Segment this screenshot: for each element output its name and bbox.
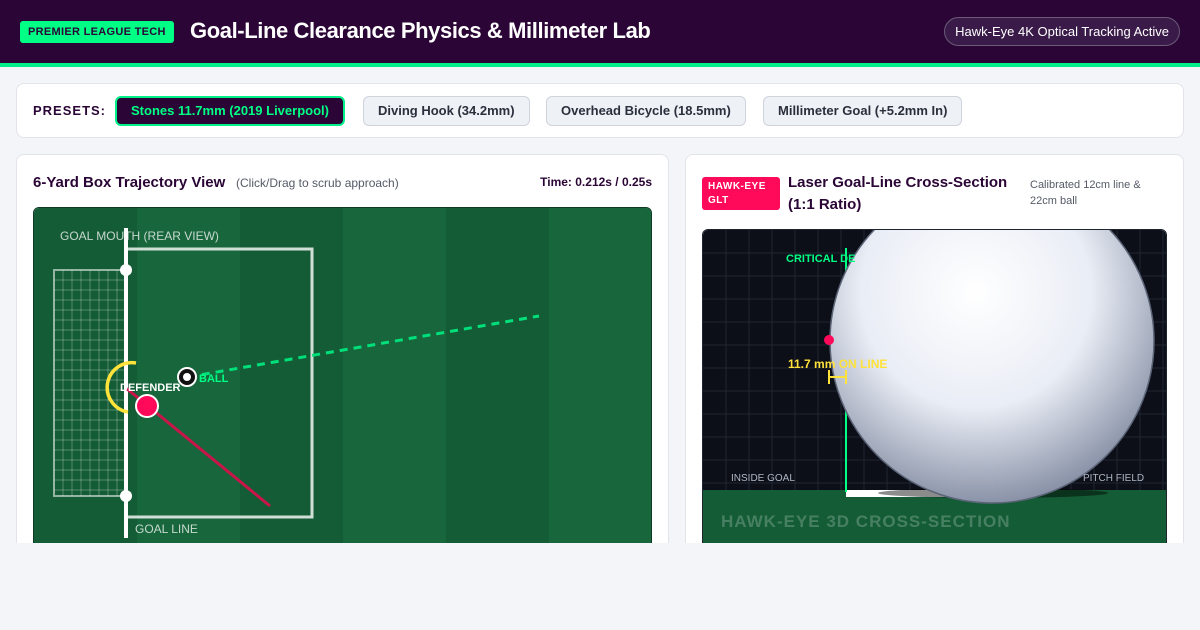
preset-diving-hook-button[interactable]: Diving Hook (34.2mm) — [363, 96, 530, 126]
trajectory-hint: (Click/Drag to scrub approach) — [236, 176, 399, 190]
app-title: Goal-Line Clearance Physics & Millimeter… — [190, 18, 651, 43]
cross-section-svg: CRITICAL DE 11.7 mm ON LINE INSIDE GOAL … — [703, 230, 1166, 573]
trajectory-title: 6-Yard Box Trajectory View — [33, 174, 226, 191]
preset-stones-button[interactable]: Stones 11.7mm (2019 Liverpool) — [115, 96, 345, 126]
calibration-note: Calibrated 12cm line & 22cm ball — [1030, 179, 1141, 207]
glt-badge: HAWK-EYE GLT — [702, 177, 780, 210]
presets-bar: PRESETS: Stones 11.7mm (2019 Liverpool) … — [16, 83, 1184, 138]
trajectory-panel: 6-Yard Box Trajectory View (Click/Drag t… — [16, 154, 669, 574]
ball-center — [183, 373, 191, 381]
cross-section-panel: HAWK-EYE GLT Laser Goal-Line Cross-Secti… — [685, 154, 1184, 574]
time-readout: Time: 0.212s / 0.25s — [540, 175, 652, 189]
goal-mouth-label: GOAL MOUTH (REAR VIEW) — [60, 229, 219, 243]
pitch-svg: GOAL MOUTH (REAR VIEW) GOAL LINE DEFENDE… — [34, 208, 651, 573]
left-post — [120, 264, 132, 276]
viewport-bottom — [0, 543, 1200, 630]
xsec-watermark: HAWK-EYE 3D CROSS-SECTION — [721, 512, 1010, 531]
tracking-status-pill: Hawk-Eye 4K Optical Tracking Active — [944, 17, 1180, 46]
preset-overhead-bicycle-button[interactable]: Overhead Bicycle (18.5mm) — [546, 96, 746, 126]
inside-goal-label: INSIDE GOAL — [731, 473, 795, 484]
header-accent-line — [0, 63, 1200, 67]
pitch-field-label: PITCH FIELD — [1083, 473, 1144, 484]
trajectory-canvas[interactable]: GOAL MOUTH (REAR VIEW) GOAL LINE DEFENDE… — [33, 207, 652, 573]
right-post — [120, 490, 132, 502]
cross-section-canvas[interactable]: CRITICAL DE 11.7 mm ON LINE INSIDE GOAL … — [702, 229, 1167, 573]
ball-label: BALL — [199, 373, 229, 385]
pitch-stripe — [549, 208, 651, 573]
critical-label: CRITICAL DE — [786, 253, 855, 265]
preset-millimeter-goal-button[interactable]: Millimeter Goal (+5.2mm In) — [763, 96, 963, 126]
presets-label: PRESETS: — [33, 103, 107, 118]
measurement-label: 11.7 mm ON LINE — [788, 357, 887, 371]
cross-section-title: Laser Goal-Line Cross-Section (1:1 Ratio… — [788, 174, 1008, 213]
goal-line-label: GOAL LINE — [135, 522, 198, 536]
defender-label: DEFENDER — [120, 382, 181, 394]
ball-edge-marker — [824, 335, 834, 345]
top-bar: PREMIER LEAGUE TECH Goal-Line Clearance … — [0, 0, 1200, 63]
brand-badge: PREMIER LEAGUE TECH — [20, 21, 174, 43]
defender-marker[interactable] — [135, 394, 159, 418]
pitch-stripe — [343, 208, 446, 573]
